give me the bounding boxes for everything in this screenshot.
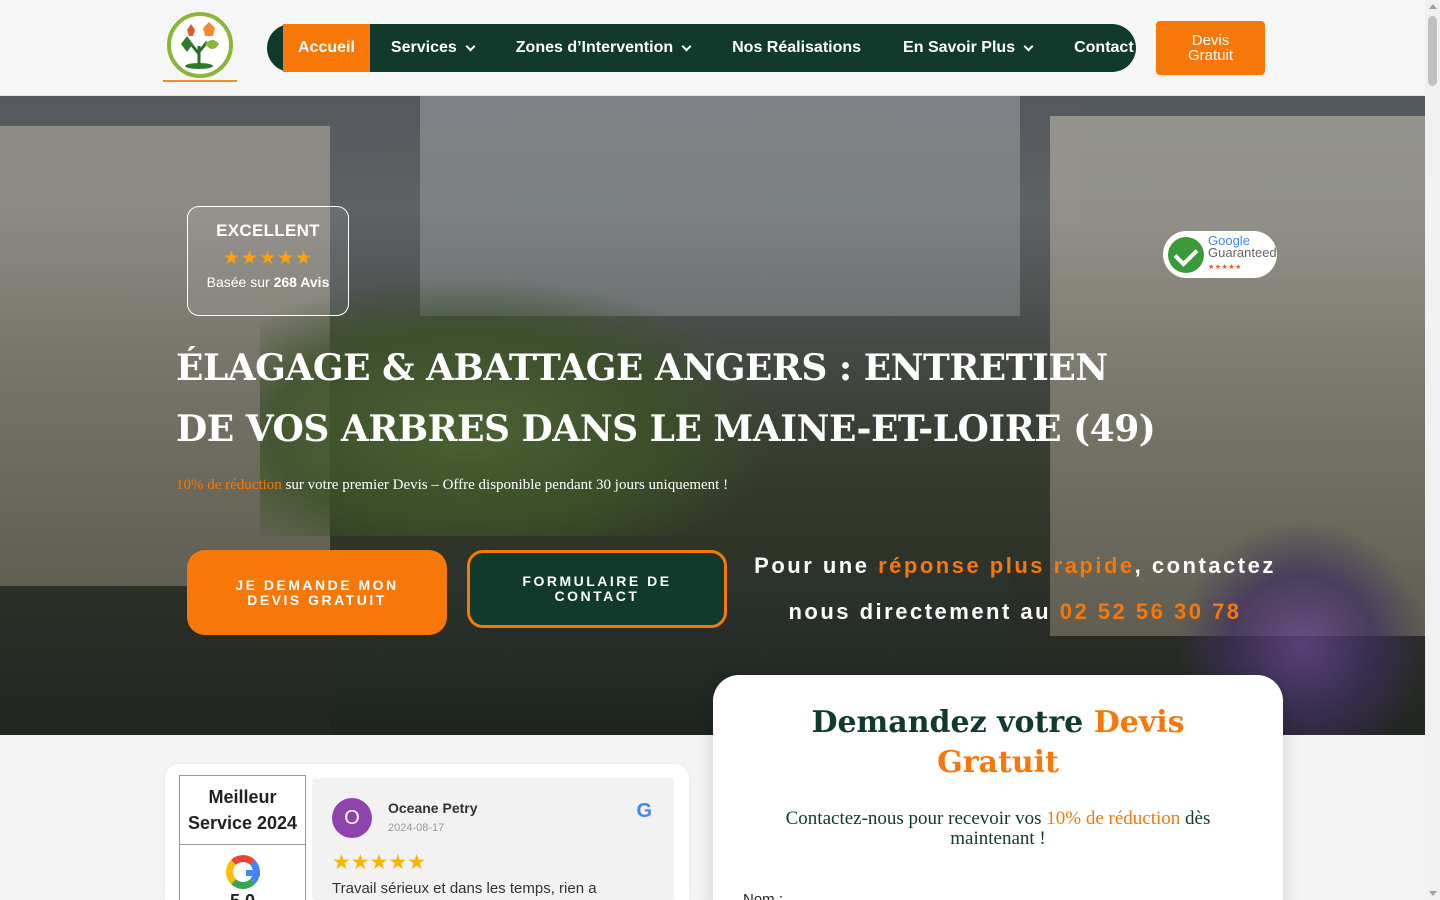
form-sub-highlight: 10% de réduction (1046, 808, 1181, 829)
hero-section: EXCELLENT ★★★★★ Basée sur 268 Avis Googl… (0, 96, 1425, 735)
nav-label: Contact (1074, 39, 1134, 56)
rating-summary: EXCELLENT ★★★★★ Basée sur 268 Avis (187, 206, 349, 316)
promo-rest: sur votre premier Devis – Offre disponib… (281, 477, 729, 493)
nav-label: Nos Réalisations (732, 39, 862, 56)
badge-text: Google Guaranteed ★★★★★ (1208, 234, 1277, 274)
review-date: 2024-08-17 (388, 822, 445, 834)
form-subtitle: Contactez-nous pour recevoir vos 10% de … (758, 809, 1238, 849)
google-g-icon: G (636, 800, 652, 822)
devis-gratuit-button[interactable]: Devis Gratuit (1156, 21, 1265, 75)
request-quote-button[interactable]: JE DEMANDE MON DEVIS GRATUIT (187, 550, 447, 635)
tree-logo-icon (181, 22, 219, 69)
cta-highlight: réponse plus rapide (878, 553, 1135, 578)
rating-count-value: 268 Avis (273, 274, 330, 290)
main-nav: Accueil Services Zones d’Intervention No… (267, 24, 1136, 72)
quote-form-card: Demandez votre Devis Gratuit Contactez-n… (713, 675, 1283, 900)
chevron-down-icon (1023, 41, 1034, 51)
chevron-down-icon (465, 41, 476, 51)
badge-line2: Guaranteed (1208, 245, 1277, 260)
form-sub-part1: Contactez-nous pour recevoir vos (785, 808, 1047, 829)
review-stars-icon: ★★★★★ (332, 851, 427, 874)
rating-prefix: Basée sur (206, 274, 274, 290)
badge-stars-icon: ★★★★★ (1208, 264, 1242, 271)
scroll-down-icon[interactable] (1429, 891, 1437, 896)
nav-label: Services (390, 39, 457, 56)
nav-item-accueil[interactable]: Accueil (283, 24, 370, 72)
page-title: Élagage & Abattage Angers : Entretien de… (176, 347, 1156, 450)
review-card[interactable]: O Oceane Petry 2024-08-17 G ★★★★★ Travai… (312, 778, 674, 900)
phone-cta: Pour une réponse plus rapide, contactez … (740, 543, 1290, 635)
nav-item-en-savoir-plus[interactable]: En Savoir Plus (882, 24, 1053, 72)
google-guaranteed-badge: Google Guaranteed ★★★★★ (1163, 231, 1277, 278)
review-text: Travail sérieux et dans les temps, rien … (332, 880, 597, 897)
best-service-box: Meilleur Service 2024 5.0 (179, 775, 306, 900)
site-header: Accueil Services Zones d’Intervention No… (0, 0, 1425, 96)
google-logo-icon (225, 855, 260, 889)
phone-link[interactable]: 02 52 56 30 78 (1060, 599, 1242, 624)
google-reviews-widget: Meilleur Service 2024 5.0 O Oceane Petry… (165, 764, 689, 900)
cta-part1: Pour une (754, 553, 879, 578)
nav-label: Accueil (298, 39, 355, 56)
scroll-thumb[interactable] (1428, 16, 1437, 86)
google-score: 5.0 (180, 891, 305, 900)
form-title: Demandez votre Devis Gratuit (788, 703, 1208, 783)
nav-item-contact[interactable]: Contact (1053, 24, 1155, 72)
devis-button-label: Devis Gratuit (1188, 33, 1233, 63)
promo-highlight: 10% de réduction (176, 477, 282, 493)
star-rating-icon: ★★★★★ (222, 248, 314, 269)
logo-underline (163, 80, 237, 82)
nav-item-zones[interactable]: Zones d’Intervention (495, 24, 711, 72)
check-icon (1168, 236, 1204, 273)
avatar: O (332, 798, 372, 838)
devis-line2: Gratuit (1187, 47, 1233, 64)
nav-label: En Savoir Plus (903, 39, 1016, 56)
promo-text: 10% de réduction sur votre premier Devis… (176, 477, 728, 494)
nav-label: Zones d’Intervention (515, 39, 674, 56)
name-field-label: Nom : (743, 891, 784, 900)
scroll-up-icon[interactable] (1429, 4, 1437, 9)
reviewer-name: Oceane Petry (388, 800, 478, 816)
best-service-title: Meilleur Service 2024 (180, 776, 305, 845)
rating-title: EXCELLENT (216, 221, 320, 240)
nav-item-services[interactable]: Services (370, 24, 495, 72)
nav-item-realisations[interactable]: Nos Réalisations (711, 24, 882, 72)
chevron-down-icon (681, 41, 692, 51)
page-scrollbar[interactable] (1425, 0, 1440, 900)
rating-count: Basée sur 268 Avis (188, 274, 348, 290)
contact-form-button[interactable]: FORMULAIRE DE CONTACT (467, 550, 727, 628)
form-title-part1: Demandez votre (811, 705, 1094, 740)
site-logo[interactable] (163, 10, 237, 84)
